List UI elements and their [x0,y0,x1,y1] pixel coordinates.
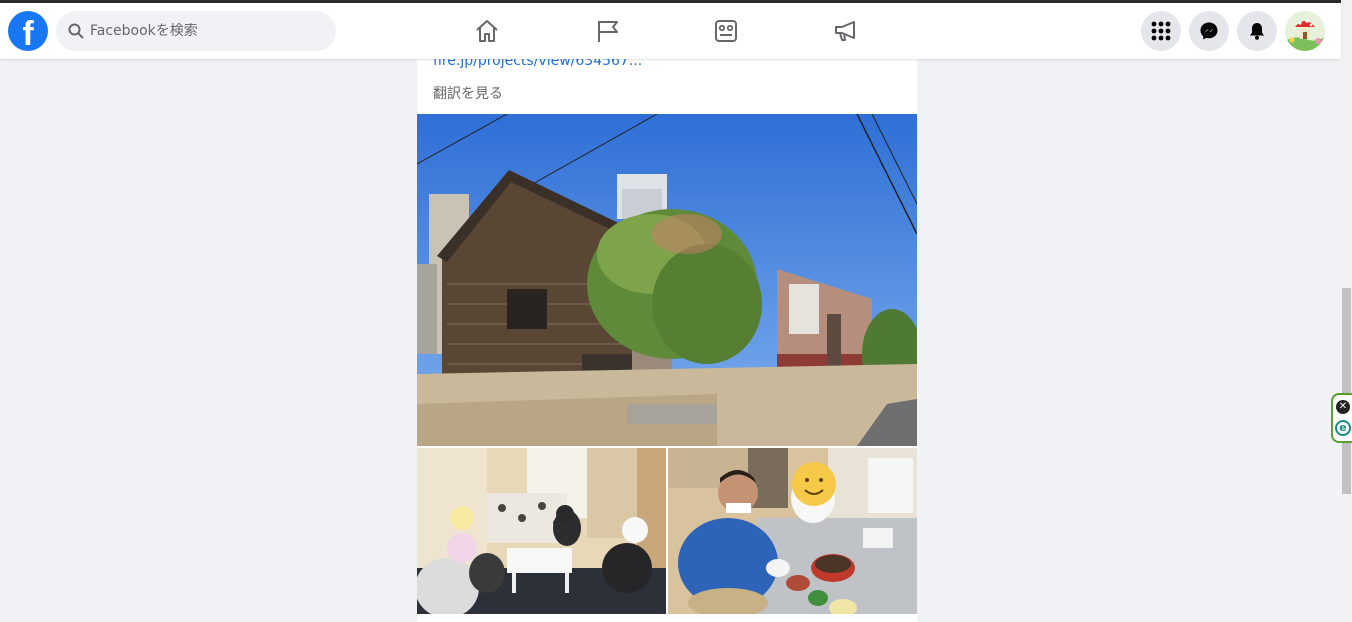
home-icon[interactable] [473,17,501,45]
feed-post: fire.jp/projects/view/634567... 翻訳を見る [417,53,917,622]
menu-grid-icon[interactable] [1141,11,1181,51]
see-translation-link[interactable]: 翻訳を見る [433,83,503,103]
gaming-icon[interactable] [712,17,740,45]
browser-extension-widget: ✕ e [1331,393,1352,443]
scrollbar-thumb[interactable] [1342,288,1351,494]
pages-flag-icon[interactable] [594,17,622,45]
post-photo-room-group[interactable] [417,448,666,614]
extension-logo-icon[interactable]: e [1335,420,1351,436]
facebook-logo[interactable]: f [8,11,48,51]
extension-close-icon[interactable]: ✕ [1336,400,1350,414]
page-scrollbar[interactable] [1341,0,1352,622]
ads-megaphone-icon[interactable] [832,17,860,45]
messenger-icon[interactable] [1189,11,1229,51]
search-icon [68,23,84,39]
notifications-bell-icon[interactable] [1237,11,1277,51]
search-box[interactable] [56,11,336,51]
facebook-logo-letter: f [22,15,34,51]
top-navigation-bar: f [0,3,1341,59]
post-photo-dinner[interactable] [668,448,917,614]
search-input[interactable] [90,23,310,39]
profile-avatar[interactable] [1285,11,1325,51]
post-photo-old-house[interactable] [417,114,917,446]
